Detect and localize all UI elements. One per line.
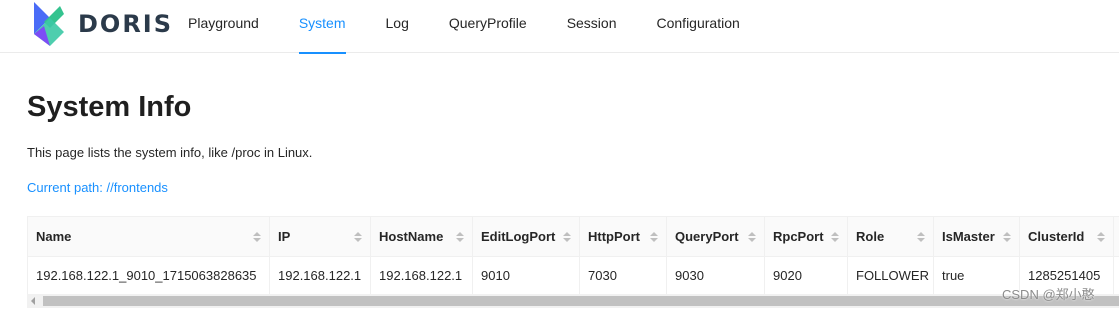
column-header-httpport[interactable]: HttpPort <box>579 216 667 257</box>
column-header-ismaster[interactable]: IsMaster <box>933 216 1020 257</box>
column-header-name[interactable]: Name <box>27 216 270 257</box>
nav-session[interactable]: Session <box>547 0 637 53</box>
column-label: IP <box>278 229 291 244</box>
column-header-hostname[interactable]: HostName <box>370 216 473 257</box>
column-header-clusterid[interactable]: ClusterId <box>1019 216 1114 257</box>
column-label: QueryPort <box>675 229 739 244</box>
sort-icon[interactable] <box>1097 231 1105 242</box>
column-label: Name <box>36 229 72 244</box>
horizontal-scrollbar[interactable] <box>27 294 1119 308</box>
table-header-row: Name IP HostName EditLogPort HttpPort Qu… <box>27 216 1119 257</box>
cell-rpcport: 9020 <box>764 256 848 295</box>
sort-icon[interactable] <box>563 231 571 242</box>
column-header-queryport[interactable]: QueryPort <box>666 216 765 257</box>
sort-icon[interactable] <box>1003 231 1011 242</box>
sort-icon[interactable] <box>650 231 658 242</box>
cell-name: 192.168.122.1_9010_1715063828635 <box>27 256 270 295</box>
nav-configuration[interactable]: Configuration <box>637 0 760 53</box>
column-header-rpcport[interactable]: RpcPort <box>764 216 848 257</box>
cell-queryport: 9030 <box>666 256 765 295</box>
cell-role: FOLLOWER <box>847 256 934 295</box>
scroll-left-arrow-icon[interactable] <box>31 297 35 305</box>
nav-queryprofile[interactable]: QueryProfile <box>429 0 547 53</box>
cell-httpport: 7030 <box>579 256 667 295</box>
sort-icon[interactable] <box>831 231 839 242</box>
doris-logo[interactable]: DORIS <box>30 0 173 48</box>
column-label: ClusterId <box>1028 229 1085 244</box>
column-label: HostName <box>379 229 444 244</box>
page-title: System Info <box>27 91 192 123</box>
column-label: EditLogPort <box>481 229 556 244</box>
cell-ip: 192.168.122.1 <box>269 256 371 295</box>
nav-system[interactable]: System <box>279 0 366 54</box>
column-header-truncated <box>1113 216 1119 257</box>
nav-log[interactable]: Log <box>366 0 429 53</box>
main-nav: Playground System Log QueryProfile Sessi… <box>168 0 760 54</box>
doris-logo-icon <box>34 2 64 46</box>
sort-icon[interactable] <box>456 231 464 242</box>
sort-icon[interactable] <box>253 231 261 242</box>
nav-playground[interactable]: Playground <box>168 0 279 53</box>
brand-name: DORIS <box>78 10 174 38</box>
sort-icon[interactable] <box>354 231 362 242</box>
cell-hostname: 192.168.122.1 <box>370 256 473 295</box>
column-header-role[interactable]: Role <box>847 216 934 257</box>
top-nav-bar: DORIS Playground System Log QueryProfile… <box>0 0 1119 54</box>
column-header-editlogport[interactable]: EditLogPort <box>472 216 580 257</box>
page-description: This page lists the system info, like /p… <box>27 145 313 160</box>
column-header-ip[interactable]: IP <box>269 216 371 257</box>
cell-truncated <box>1113 256 1119 295</box>
table-row: 192.168.122.1_9010_1715063828635 192.168… <box>27 256 1119 295</box>
watermark: CSDN @郑小憨 <box>1002 287 1095 302</box>
sort-icon[interactable] <box>748 231 756 242</box>
column-label: RpcPort <box>773 229 824 244</box>
cell-editlogport: 9010 <box>472 256 580 295</box>
current-path-link[interactable]: Current path: //frontends <box>27 180 168 196</box>
scrollbar-thumb[interactable] <box>43 296 1119 306</box>
column-label: HttpPort <box>588 229 640 244</box>
column-label: Role <box>856 229 885 244</box>
column-label: IsMaster <box>942 229 995 244</box>
sort-icon[interactable] <box>917 231 925 242</box>
